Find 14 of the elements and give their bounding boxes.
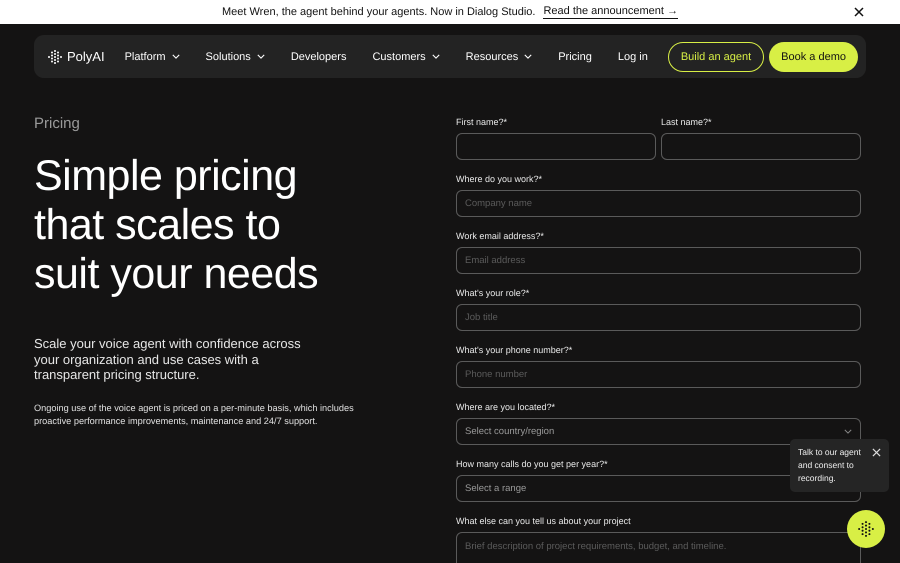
field-label: Where do you work?* (456, 173, 542, 185)
field-label: First name?* (456, 116, 508, 128)
field-label: Work email address?* (456, 230, 544, 242)
field-label: What's your role?* (456, 287, 530, 299)
field-label: What else can you tell us about your project (456, 515, 631, 527)
field-label: Where are you located?* (456, 401, 556, 413)
field-label: Last name?* (661, 116, 712, 128)
hero-heading: Simple pricing that scales to suit your needs (34, 152, 320, 299)
field-label: What's your phone number?* (456, 344, 572, 356)
announcement-text: Meet Wren, the agent behind your agents. Now in Dialog Studio. (222, 6, 536, 18)
eyebrow-text: Pricing (34, 115, 81, 132)
intro-paragraph: Scale your voice agent with confidence across your organization and use cases with a transparent pricing structure. (34, 336, 302, 382)
note-paragraph: Ongoing use of the voice agent is priced on a per-minute basis, which includes proactive performance improvements, maintenance and 24/7 support. (34, 402, 355, 428)
field-label: How many calls do you get per year?* (456, 458, 608, 470)
